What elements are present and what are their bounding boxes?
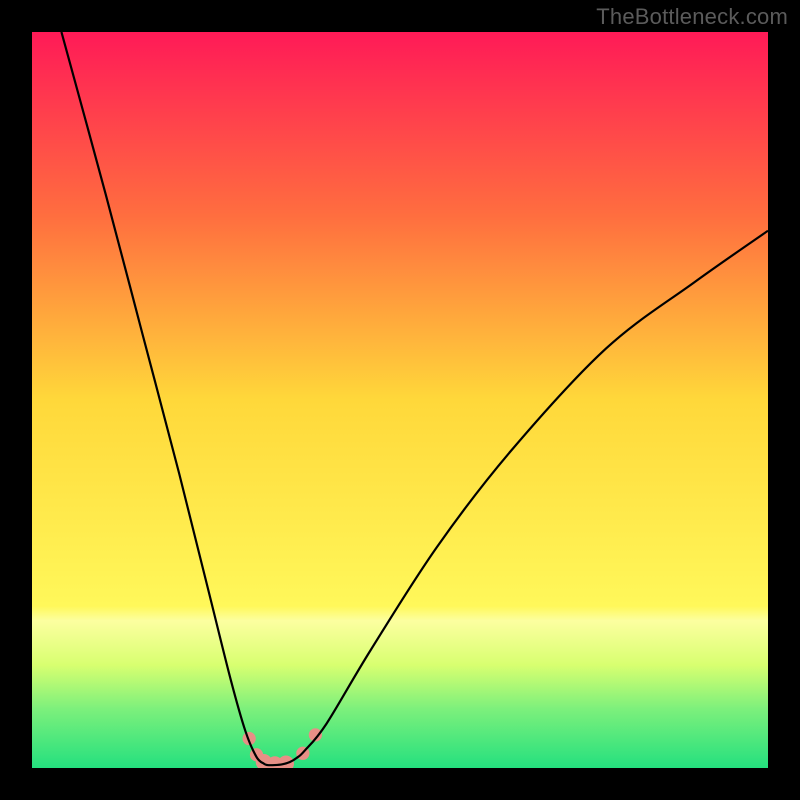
optimal-highlight — [242, 728, 321, 768]
plot-area — [32, 32, 768, 768]
watermark-text: TheBottleneck.com — [596, 4, 788, 30]
bottleneck-curve — [61, 32, 768, 765]
curve-layer — [32, 32, 768, 768]
chart-frame: TheBottleneck.com — [0, 0, 800, 800]
